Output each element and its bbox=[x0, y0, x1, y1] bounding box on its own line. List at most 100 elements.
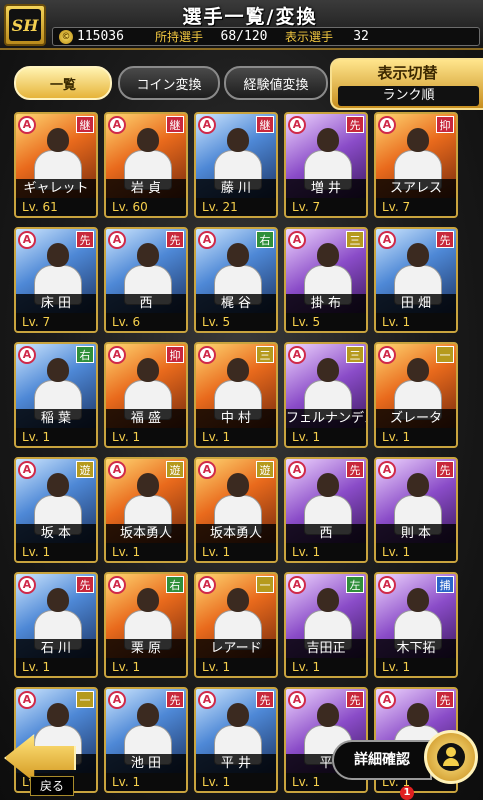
position-badge: 三 bbox=[256, 346, 274, 363]
player-card[interactable]: A 先 池 田 Lv. 1 bbox=[104, 687, 188, 793]
detail-icon[interactable] bbox=[424, 730, 478, 784]
page-title: 選手一覧/変換 bbox=[182, 6, 318, 28]
level-value: 1 bbox=[132, 545, 141, 559]
position-badge: 遊 bbox=[256, 461, 274, 478]
position-badge: 一 bbox=[76, 691, 94, 708]
level-value: 1 bbox=[42, 545, 51, 559]
level-value: 21 bbox=[222, 200, 238, 214]
player-name: 坂本勇人 bbox=[106, 524, 186, 543]
level-prefix: Lv. bbox=[292, 200, 309, 214]
player-card[interactable]: A 先 石 川 Lv. 1 bbox=[14, 572, 98, 678]
player-card[interactable]: A 三 フェルナンデス Lv. 1 bbox=[284, 342, 368, 448]
player-card[interactable]: A 三 中 村 Lv. 1 bbox=[194, 342, 278, 448]
player-card[interactable]: A 抑 福 盛 Lv. 1 bbox=[104, 342, 188, 448]
level-prefix: Lv. bbox=[292, 315, 309, 329]
player-card[interactable]: A 捕 木下拓 Lv. 1 bbox=[374, 572, 458, 678]
rank-badge: A bbox=[108, 231, 126, 249]
player-portrait-head bbox=[317, 473, 339, 497]
player-card[interactable]: A 遊 坂本勇人 Lv. 1 bbox=[194, 457, 278, 563]
player-portrait-head bbox=[137, 243, 159, 267]
level-prefix: Lv. bbox=[202, 315, 219, 329]
player-name: 稲 葉 bbox=[16, 409, 96, 428]
rank-badge: A bbox=[18, 116, 36, 134]
player-portrait bbox=[34, 128, 82, 190]
player-card[interactable]: A 先 平 井 Lv. 1 bbox=[194, 687, 278, 793]
position-badge: 先 bbox=[436, 461, 454, 478]
level-value: 7 bbox=[312, 200, 321, 214]
level-value: 61 bbox=[42, 200, 58, 214]
player-card[interactable]: A 右 稲 葉 Lv. 1 bbox=[14, 342, 98, 448]
back-arrow-icon bbox=[4, 734, 76, 782]
player-card[interactable]: A 先 増 井 Lv. 7 bbox=[284, 112, 368, 218]
player-name: レアード bbox=[196, 639, 276, 658]
player-portrait bbox=[214, 243, 262, 305]
player-portrait-head bbox=[137, 128, 159, 152]
view-toggle-button[interactable]: 表示切替 ランク順 bbox=[330, 58, 483, 110]
tab-exp-convert[interactable]: 経験値変換 bbox=[224, 66, 328, 100]
player-name: 中 村 bbox=[196, 409, 276, 428]
player-card[interactable]: A 先 西 Lv. 6 bbox=[104, 227, 188, 333]
player-card[interactable]: A 先 床 田 Lv. 7 bbox=[14, 227, 98, 333]
player-portrait-head bbox=[227, 588, 249, 612]
player-portrait-head bbox=[407, 128, 429, 152]
level-prefix: Lv. bbox=[382, 660, 399, 674]
player-portrait bbox=[124, 128, 172, 190]
level-value: 1 bbox=[222, 430, 231, 444]
level-prefix: Lv. bbox=[382, 430, 399, 444]
level-prefix: Lv. bbox=[22, 315, 39, 329]
rank-badge: A bbox=[198, 231, 216, 249]
rank-badge: A bbox=[108, 346, 126, 364]
sort-order-label: ランク順 bbox=[338, 86, 479, 106]
rank-badge: A bbox=[288, 461, 306, 479]
player-card[interactable]: A 継 藤 川 Lv. 21 bbox=[194, 112, 278, 218]
detail-check-button[interactable]: 詳細確認 bbox=[332, 740, 432, 780]
rank-badge: A bbox=[18, 461, 36, 479]
level-prefix: Lv. bbox=[202, 200, 219, 214]
player-card[interactable]: A 抑 スアレス Lv. 7 bbox=[374, 112, 458, 218]
player-portrait-head bbox=[227, 473, 249, 497]
level-value: 5 bbox=[222, 315, 231, 329]
player-card[interactable]: A 右 梶 谷 Lv. 5 bbox=[194, 227, 278, 333]
player-portrait-head bbox=[47, 128, 69, 152]
player-card[interactable]: A 右 栗 原 Lv. 1 bbox=[104, 572, 188, 678]
level-prefix: Lv. bbox=[22, 200, 39, 214]
player-level: Lv. 1 bbox=[286, 543, 366, 561]
level-prefix: Lv. bbox=[382, 200, 399, 214]
player-card[interactable]: A 一 レアード Lv. 1 bbox=[194, 572, 278, 678]
tab-coin-convert[interactable]: コイン変換 bbox=[118, 66, 220, 100]
player-name: 吉田正 bbox=[286, 639, 366, 658]
player-card[interactable]: A 三 掛 布 Lv. 5 bbox=[284, 227, 368, 333]
level-prefix: Lv. bbox=[22, 660, 39, 674]
position-badge: 一 bbox=[256, 576, 274, 593]
back-button[interactable]: 戻る bbox=[0, 728, 80, 800]
player-portrait bbox=[214, 473, 262, 535]
level-value: 1 bbox=[132, 430, 141, 444]
player-portrait-head bbox=[317, 243, 339, 267]
player-level: Lv. 1 bbox=[196, 658, 276, 676]
player-name: 栗 原 bbox=[106, 639, 186, 658]
tab-list[interactable]: 一覧 bbox=[14, 66, 112, 100]
player-card[interactable]: A 左 吉田正 Lv. 1 bbox=[284, 572, 368, 678]
player-card[interactable]: A 一 ズレータ Lv. 1 bbox=[374, 342, 458, 448]
player-card[interactable]: A 先 西 Lv. 1 bbox=[284, 457, 368, 563]
player-card[interactable]: A 遊 坂 本 Lv. 1 bbox=[14, 457, 98, 563]
position-badge: 先 bbox=[166, 231, 184, 248]
rank-badge: A bbox=[378, 691, 396, 709]
player-portrait-head bbox=[47, 588, 69, 612]
player-name: 木下拓 bbox=[376, 639, 456, 658]
player-card[interactable]: A 先 田 畑 Lv. 1 bbox=[374, 227, 458, 333]
level-value: 7 bbox=[402, 200, 411, 214]
displayed-players-value: 32 bbox=[353, 29, 369, 44]
player-level: Lv. 6 bbox=[106, 313, 186, 331]
player-portrait bbox=[214, 703, 262, 765]
player-portrait-head bbox=[47, 703, 69, 727]
player-card[interactable]: A 遊 坂本勇人 Lv. 1 bbox=[104, 457, 188, 563]
player-portrait-head bbox=[47, 358, 69, 382]
rank-badge: A bbox=[288, 346, 306, 364]
player-card[interactable]: A 継 岩 貞 Lv. 60 bbox=[104, 112, 188, 218]
player-card[interactable]: A 先 則 本 Lv. 1 bbox=[374, 457, 458, 563]
owned-players-value: 68/120 bbox=[220, 29, 268, 44]
person-icon-head bbox=[446, 747, 456, 757]
position-badge: 遊 bbox=[76, 461, 94, 478]
player-card[interactable]: A 継 ギャレット Lv. 61 bbox=[14, 112, 98, 218]
